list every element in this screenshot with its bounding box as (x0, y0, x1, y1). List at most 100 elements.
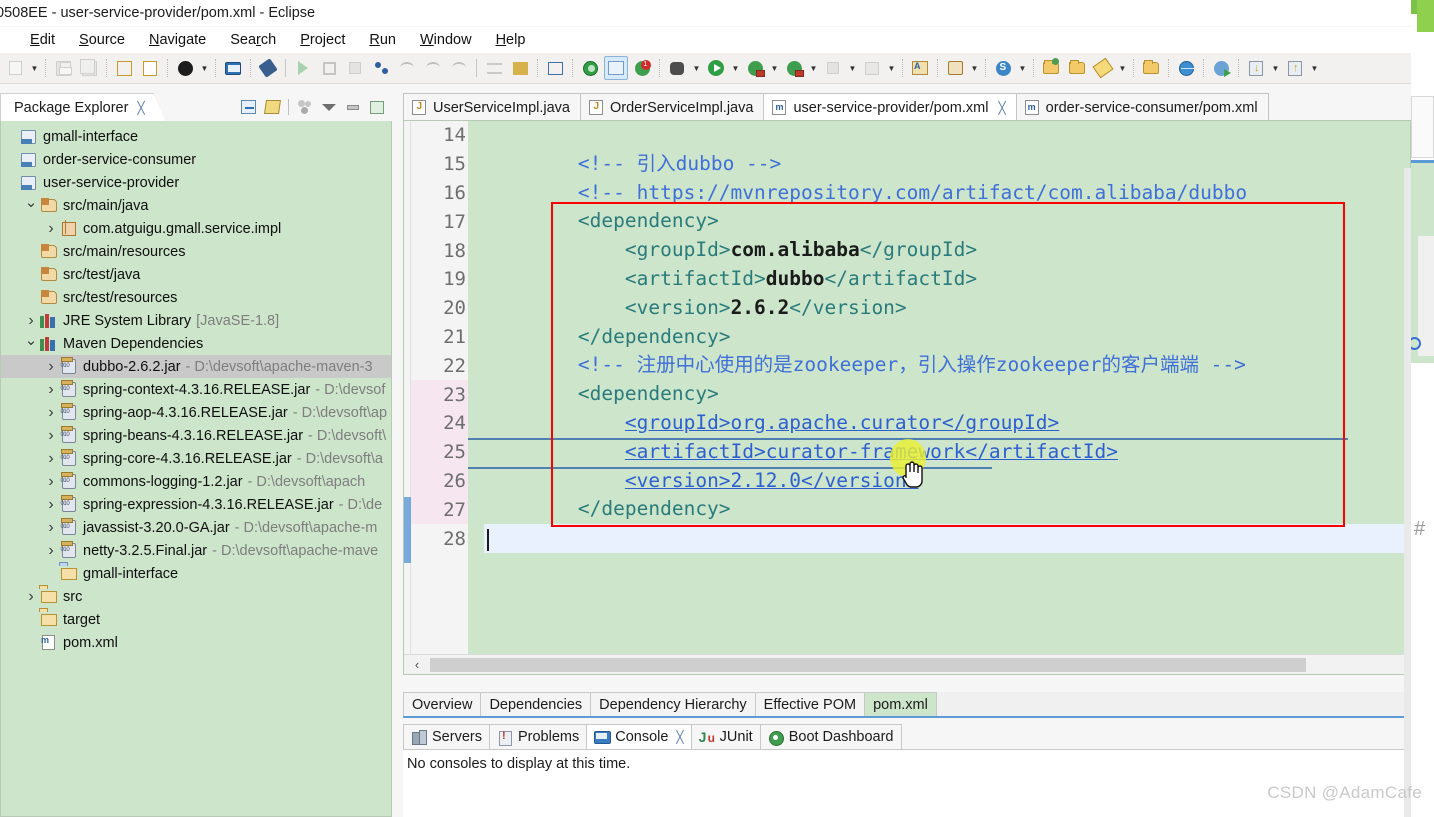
chevron-right-icon[interactable] (43, 358, 59, 376)
chevron-right-icon[interactable] (43, 473, 59, 491)
console-tab[interactable]: Servers (403, 724, 490, 749)
code-line[interactable]: <groupId>org.apache.curator</groupId> (484, 409, 1410, 438)
tree-item[interactable]: spring-beans-4.3.16.RELEASE.jar- D:\devs… (1, 424, 391, 447)
code-editor[interactable]: 14 15−16 17− 18 19 20 21 22−23− 24 25 26 27 28 <!-- … (403, 120, 1411, 675)
chevron-right-icon[interactable] (43, 450, 59, 468)
code-line[interactable]: <artifactId>dubbo</artifactId> (484, 265, 1410, 294)
resume-icon[interactable] (291, 56, 315, 80)
code-line[interactable]: <!-- https://mvnrepository.com/artifact/… (484, 179, 1410, 208)
pom-editor-page-tabs[interactable]: Overview Dependencies Dependency Hierarchy… (403, 692, 1411, 718)
code-line[interactable]: </dependency> (484, 495, 1410, 524)
chevron-right-icon[interactable] (43, 519, 59, 537)
view-menu-icon[interactable] (318, 96, 340, 118)
run-as-server-icon[interactable] (743, 56, 767, 80)
tree-item[interactable]: commons-logging-1.2.jar- D:\devsoft\apac… (1, 470, 391, 493)
open-task-icon[interactable] (1091, 56, 1115, 80)
tree-item[interactable]: pom.xml (1, 631, 391, 654)
tree-item[interactable]: order-service-consumer (1, 148, 391, 171)
tree-item[interactable]: com.atguigu.gmall.service.impl (1, 217, 391, 240)
run-dropdown-icon[interactable]: ▼ (730, 56, 741, 80)
search-icon[interactable]: S (991, 56, 1015, 80)
chevron-right-icon[interactable] (23, 588, 39, 606)
scroll-thumb[interactable] (430, 657, 1306, 672)
search-dropdown-icon[interactable]: ▼ (1017, 56, 1028, 80)
link-with-editor-icon[interactable] (261, 96, 283, 118)
close-icon[interactable]: ╳ (676, 730, 683, 744)
run-as-server-dropdown-icon[interactable]: ▼ (769, 56, 780, 80)
profile-icon[interactable] (782, 56, 806, 80)
suspend-icon[interactable] (317, 56, 341, 80)
code-line[interactable]: <version>2.12.0</version> (484, 467, 1410, 496)
menu-help[interactable]: Help (484, 32, 538, 48)
tree-item[interactable]: user-service-provider (1, 171, 391, 194)
menu-search[interactable]: Search (218, 32, 288, 48)
editor-tab[interactable]: order-service-consumer/pom.xml (1015, 93, 1269, 121)
tree-item[interactable]: dubbo-2.6.2.jar- D:\devsoft\apache-maven… (1, 355, 391, 378)
toggle-mark-occurrences-icon[interactable] (604, 56, 628, 80)
code-line[interactable]: <version>2.6.2</version> (484, 294, 1410, 323)
focus-on-active-task-icon[interactable] (294, 96, 316, 118)
new-package-dropdown-icon[interactable]: ▼ (969, 56, 980, 80)
chevron-right-icon[interactable] (23, 312, 39, 330)
tree-item[interactable]: spring-context-4.3.16.RELEASE.jar- D:\de… (1, 378, 391, 401)
editor-tab[interactable]: user-service-provider/pom.xml ╳ (763, 93, 1017, 121)
console-tab[interactable]: Console ╳ (586, 724, 692, 749)
tree-item[interactable]: src/main/java (1, 194, 391, 217)
tree-item[interactable]: Maven Dependencies (1, 332, 391, 355)
debug-dropdown-icon[interactable]: ▼ (691, 56, 702, 80)
tab-package-explorer[interactable]: Package Explorer ╳ (0, 93, 166, 122)
editor-tabbar[interactable]: UserServiceImpl.java OrderServiceImpl.jav… (403, 84, 1411, 121)
menu-edit[interactable]: Edit (18, 32, 67, 48)
tree-item[interactable]: target (1, 608, 391, 631)
debug-icon[interactable] (665, 56, 689, 80)
menu-file-partial[interactable] (0, 32, 18, 48)
chevron-right-icon[interactable] (43, 542, 59, 560)
console-tab[interactable]: Boot Dashboard (759, 724, 902, 749)
maximize-icon[interactable] (366, 96, 388, 118)
menu-source[interactable]: Source (67, 32, 137, 48)
tree-item[interactable]: javassist-3.20.0-GA.jar- D:\devsoft\apac… (1, 516, 391, 539)
editor-overview-ruler[interactable] (404, 121, 411, 674)
publish-dropdown-icon[interactable]: ▼ (886, 56, 897, 80)
open-console-icon[interactable] (221, 56, 245, 80)
tree-item[interactable]: spring-aop-4.3.16.RELEASE.jar- D:\devsof… (1, 401, 391, 424)
project-tree[interactable]: gmall-interface order-service-consumer use… (1, 121, 391, 654)
menu-project[interactable]: Project (288, 32, 357, 48)
editor-horizontal-scrollbar[interactable]: ‹ (404, 654, 1410, 674)
code-line[interactable]: </dependency> (484, 323, 1410, 352)
close-icon[interactable]: ╳ (137, 101, 144, 115)
code-line[interactable]: <groupId>com.alibaba</groupId> (484, 236, 1410, 265)
run-icon[interactable] (704, 56, 728, 80)
open-declaration-icon[interactable] (1209, 56, 1233, 80)
code-line[interactable]: <dependency> (484, 380, 1410, 409)
import-dropdown-icon[interactable]: ▼ (1270, 56, 1281, 80)
save-all-icon[interactable] (77, 56, 101, 80)
step-return-icon[interactable] (421, 56, 445, 80)
tree-item[interactable]: JRE System Library[JavaSE-1.8] (1, 309, 391, 332)
code-line[interactable] (484, 524, 1410, 553)
pom-page-tab[interactable]: pom.xml (864, 692, 937, 716)
export-wizard-dropdown-icon[interactable]: ▼ (1309, 56, 1320, 80)
publish-icon[interactable] (860, 56, 884, 80)
next-annotation-icon[interactable] (482, 56, 506, 80)
previous-annotation-icon[interactable] (508, 56, 532, 80)
folding-bar[interactable] (468, 121, 484, 674)
chevron-right-icon[interactable] (43, 404, 59, 422)
chevron-down-icon[interactable] (23, 335, 39, 353)
pom-page-tab[interactable]: Overview (403, 692, 482, 716)
menu-run[interactable]: Run (357, 32, 408, 48)
new-wizard-icon[interactable] (3, 56, 27, 80)
terminate-icon[interactable] (343, 56, 367, 80)
print-icon[interactable] (112, 56, 136, 80)
chevron-down-icon[interactable] (23, 197, 39, 215)
collapse-all-icon[interactable] (237, 96, 259, 118)
tree-item[interactable]: src/test/java (1, 263, 391, 286)
chevron-right-icon[interactable] (43, 220, 59, 238)
open-resource-icon[interactable] (1065, 56, 1089, 80)
code-line[interactable]: <artifactId>curator-framework</artifactI… (484, 438, 1410, 467)
import-icon[interactable]: ↓ (1244, 56, 1268, 80)
tree-item[interactable]: src/test/resources (1, 286, 391, 309)
pom-page-tab[interactable]: Dependencies (480, 692, 592, 716)
pom-page-tab[interactable]: Dependency Hierarchy (590, 692, 756, 716)
chevron-right-icon[interactable] (43, 427, 59, 445)
